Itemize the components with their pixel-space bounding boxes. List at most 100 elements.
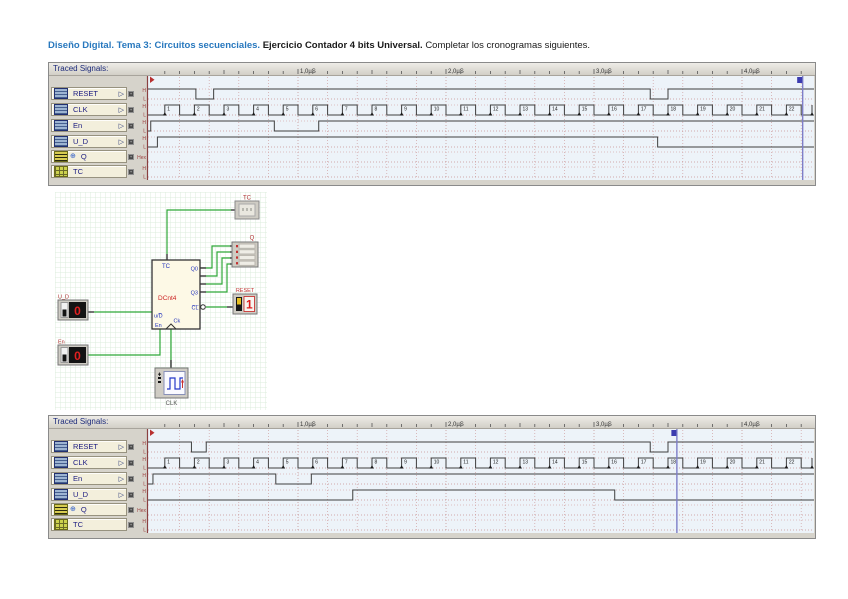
svg-text:L: L bbox=[143, 145, 146, 151]
expand-button[interactable]: + bbox=[128, 154, 134, 160]
svg-text:L: L bbox=[143, 129, 146, 135]
level-labels: HL bbox=[142, 441, 146, 456]
svg-text:H: H bbox=[142, 441, 146, 447]
rising-edge-marker-icon bbox=[311, 465, 315, 468]
output-connector-icon[interactable]: ▷ bbox=[119, 122, 124, 130]
switch-icon bbox=[54, 120, 68, 131]
signal-row-q[interactable]: ⊕Q bbox=[51, 503, 127, 516]
counter-chip[interactable]: TC Q0 Q3 C̅L̅ u/D̅ En Ck DCnt4 bbox=[152, 260, 205, 329]
switch-icon bbox=[54, 473, 68, 484]
panel-header: Traced Signals: bbox=[49, 416, 815, 429]
rising-edge-marker-icon bbox=[429, 465, 433, 468]
time-cursor-handle[interactable] bbox=[671, 430, 676, 436]
bus-expand-icon[interactable]: ⊕ bbox=[70, 506, 76, 513]
pulse-number: 3 bbox=[227, 460, 230, 466]
signal-name: Q bbox=[81, 152, 126, 161]
wave-reset bbox=[148, 442, 814, 452]
expand-button[interactable]: + bbox=[128, 123, 134, 129]
time-cursor-handle[interactable] bbox=[797, 77, 802, 83]
rising-edge-marker-icon bbox=[340, 465, 344, 468]
expand-button[interactable]: + bbox=[128, 460, 134, 466]
rising-edge-marker-icon bbox=[459, 465, 463, 468]
output-connector-icon[interactable]: ▷ bbox=[119, 90, 124, 98]
signal-row-u_d[interactable]: U_D▷ bbox=[51, 488, 127, 501]
reset-switch[interactable]: RESET 1 bbox=[233, 288, 257, 314]
signal-row-clk[interactable]: CLK▷ bbox=[51, 103, 127, 116]
signal-row-en[interactable]: En▷ bbox=[51, 119, 127, 132]
pulse-number: 4 bbox=[256, 460, 259, 466]
chip-pin-updown: u/D̅ bbox=[154, 313, 163, 320]
expand-button[interactable]: + bbox=[128, 91, 134, 97]
expand-button[interactable]: + bbox=[128, 507, 134, 513]
pulse-number: 8 bbox=[375, 460, 378, 466]
bus-expand-icon[interactable]: ⊕ bbox=[70, 153, 76, 160]
expand-button[interactable]: + bbox=[128, 476, 134, 482]
en-lever[interactable] bbox=[63, 355, 67, 362]
svg-text:H: H bbox=[142, 457, 146, 463]
signal-name: En bbox=[73, 121, 119, 130]
signal-row-tc[interactable]: TC bbox=[51, 165, 127, 178]
output-connector-icon[interactable]: ▷ bbox=[119, 138, 124, 146]
expand-button[interactable]: + bbox=[128, 492, 134, 498]
level-labels: HL bbox=[142, 88, 146, 103]
expand-button[interactable]: + bbox=[128, 444, 134, 450]
level-labels: Hex bbox=[137, 508, 146, 514]
svg-text:L: L bbox=[143, 175, 146, 181]
pulse-number: 6 bbox=[315, 107, 318, 113]
expand-button[interactable]: + bbox=[128, 139, 134, 145]
pulse-number: 16 bbox=[611, 460, 617, 466]
chip-pin-q0: Q0 bbox=[191, 267, 198, 273]
page-title: Diseño Digital. Tema 3: Circuitos secuen… bbox=[48, 40, 590, 51]
pulse-number: 1 bbox=[167, 460, 170, 466]
svg-text:H: H bbox=[142, 136, 146, 142]
pulse-number: 9 bbox=[404, 460, 407, 466]
rising-edge-marker-icon bbox=[784, 465, 788, 468]
level-labels: HL bbox=[142, 519, 146, 534]
switch-icon bbox=[54, 88, 68, 99]
output-connector-icon[interactable]: ▷ bbox=[119, 443, 124, 451]
signal-name: TC bbox=[73, 167, 126, 176]
signal-name: En bbox=[73, 474, 119, 483]
pulse-number: 10 bbox=[434, 460, 440, 466]
pulse-number: 17 bbox=[641, 107, 647, 113]
output-connector-icon[interactable]: ▷ bbox=[119, 106, 124, 114]
rising-edge-marker-icon bbox=[340, 112, 344, 115]
ud-lever[interactable] bbox=[63, 310, 67, 317]
signal-name: RESET bbox=[73, 442, 119, 451]
signal-name: TC bbox=[73, 520, 126, 529]
signal-row-tc[interactable]: TC bbox=[51, 518, 127, 531]
signal-row-reset[interactable]: RESET▷ bbox=[51, 87, 127, 100]
reset-lever[interactable] bbox=[237, 298, 241, 305]
expand-button[interactable]: + bbox=[128, 522, 134, 528]
signal-row-u_d[interactable]: U_D▷ bbox=[51, 135, 127, 148]
title-exercise: Ejercicio Contador 4 bits Universal. bbox=[263, 40, 423, 51]
rising-edge-marker-icon bbox=[370, 465, 374, 468]
signal-row-en[interactable]: En▷ bbox=[51, 472, 127, 485]
pulse-number: 19 bbox=[700, 107, 706, 113]
signal-row-q[interactable]: ⊕Q bbox=[51, 150, 127, 163]
rising-edge-marker-icon bbox=[548, 112, 552, 115]
probe-icon bbox=[54, 166, 68, 177]
signal-name: CLK bbox=[73, 105, 119, 114]
svg-text:L: L bbox=[143, 528, 146, 534]
chip-name: DCnt4 bbox=[158, 295, 177, 302]
pulse-number: 20 bbox=[730, 460, 736, 466]
expand-button[interactable]: + bbox=[128, 107, 134, 113]
pulse-number: 8 bbox=[375, 107, 378, 113]
output-connector-icon[interactable]: ▷ bbox=[119, 475, 124, 483]
pulse-number: 21 bbox=[759, 107, 765, 113]
signal-row-reset[interactable]: RESET▷ bbox=[51, 440, 127, 453]
level-labels: HL bbox=[142, 120, 146, 135]
signal-row-clk[interactable]: CLK▷ bbox=[51, 456, 127, 469]
expand-button[interactable]: + bbox=[128, 169, 134, 175]
output-connector-icon[interactable]: ▷ bbox=[119, 459, 124, 467]
pulse-number: 17 bbox=[641, 460, 647, 466]
rising-edge-marker-icon bbox=[666, 465, 670, 468]
rising-edge-marker-icon bbox=[370, 112, 374, 115]
rising-edge-marker-icon bbox=[548, 465, 552, 468]
switch-icon bbox=[54, 489, 68, 500]
wave-u_d bbox=[148, 490, 814, 500]
rising-edge-marker-icon bbox=[518, 112, 522, 115]
output-connector-icon[interactable]: ▷ bbox=[119, 491, 124, 499]
wave-background bbox=[148, 429, 814, 533]
